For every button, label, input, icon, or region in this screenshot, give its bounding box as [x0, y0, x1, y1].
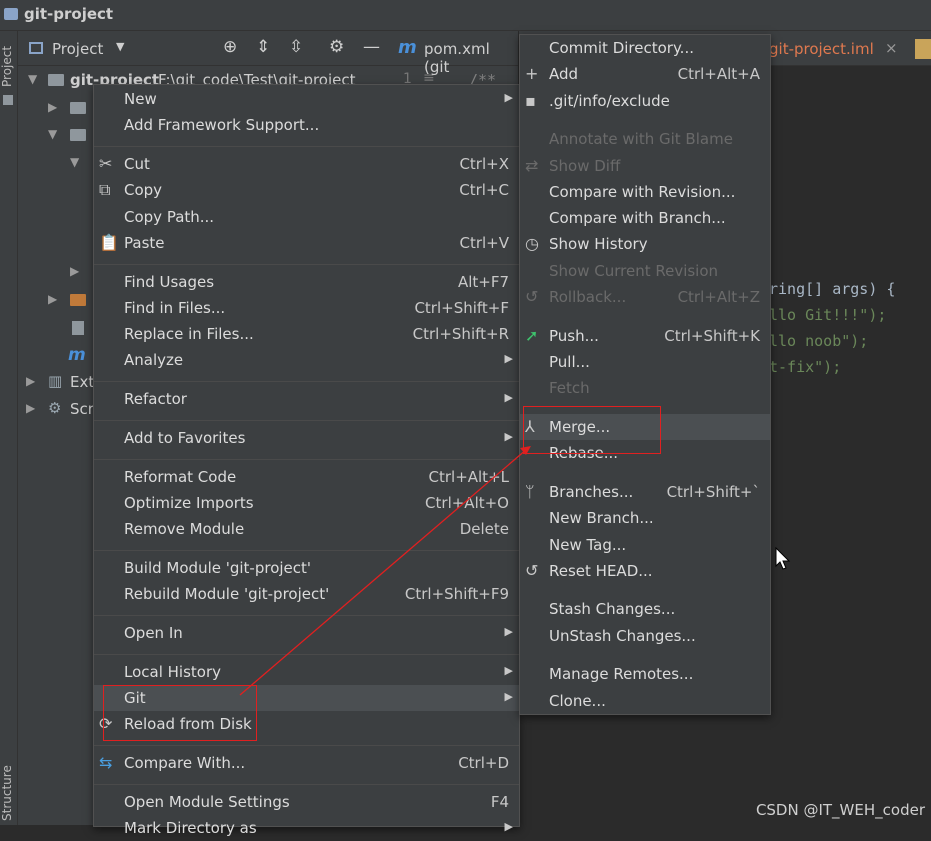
- annotation-arrow: [239, 446, 531, 696]
- watermark: CSDN @IT_WEH_coder: [755, 801, 925, 819]
- mouse-cursor-icon: [775, 547, 791, 570]
